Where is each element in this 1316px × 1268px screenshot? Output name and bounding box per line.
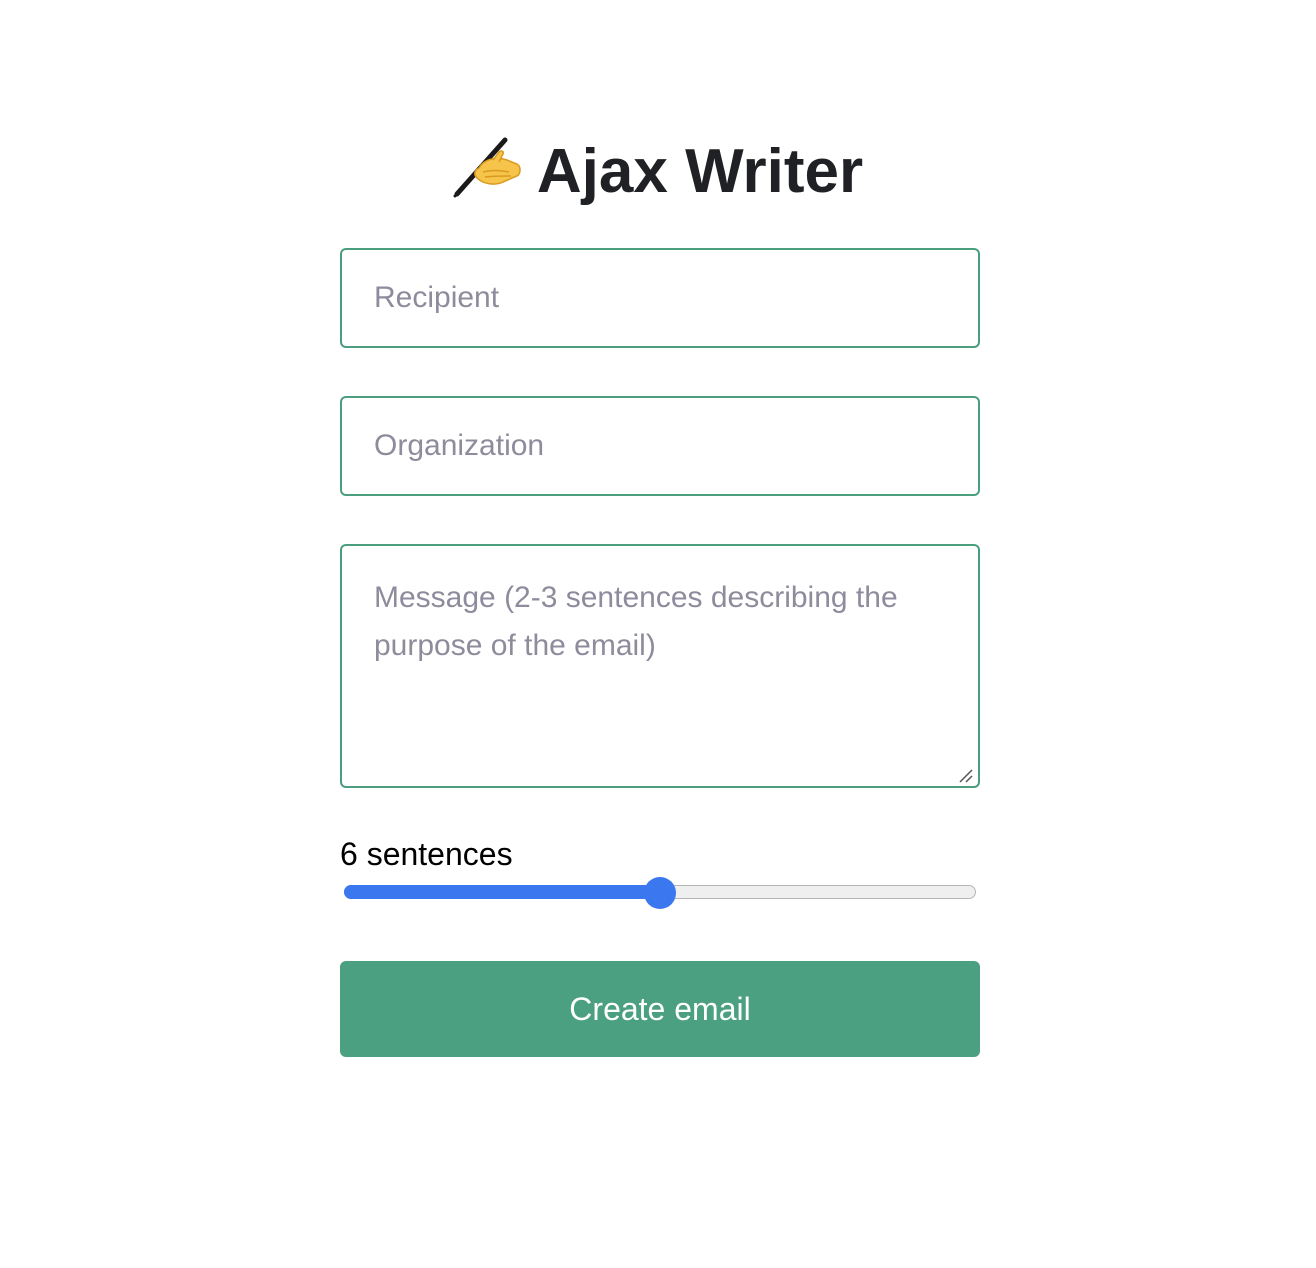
organization-input[interactable] (340, 396, 980, 496)
slider-thumb[interactable] (644, 877, 676, 909)
message-textarea[interactable] (340, 544, 980, 788)
create-email-button[interactable]: Create email (340, 961, 980, 1057)
app-title-text: Ajax Writer (536, 136, 864, 206)
resize-grip-icon[interactable] (958, 768, 974, 784)
slider-fill (344, 885, 660, 899)
sentence-count-slider[interactable] (340, 872, 980, 914)
sentence-count-label: 6 sentences (340, 836, 513, 872)
writing-hand-icon (453, 137, 521, 198)
recipient-input[interactable] (340, 248, 980, 348)
page-title: Ajax Writer (0, 132, 1316, 212)
ajax-writer-app: Ajax Writer 6 sentences Create email (0, 0, 1316, 1268)
